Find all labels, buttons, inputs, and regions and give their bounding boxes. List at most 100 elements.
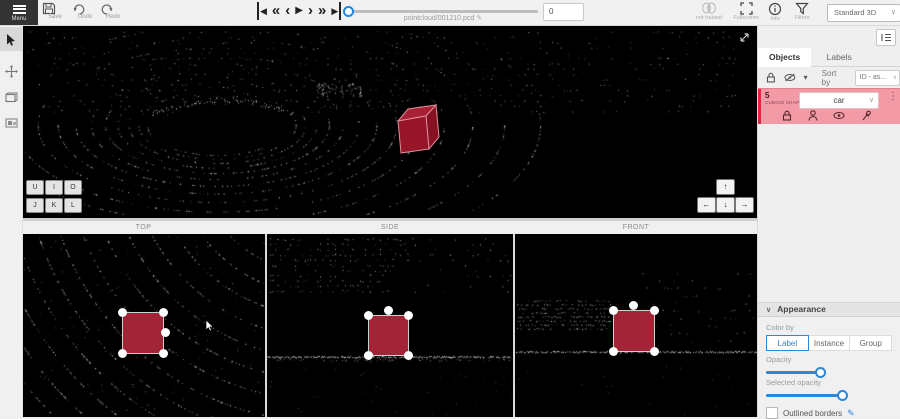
image-icon [5,118,18,128]
undo-button[interactable]: Undo [72,2,98,20]
box-handle[interactable] [118,308,127,317]
cuboid-icon [5,92,18,103]
outlined-borders-checkbox[interactable] [766,407,778,419]
nav-up-button[interactable]: ↑ [716,179,735,195]
box-handle[interactable] [650,347,659,356]
key-u[interactable]: U [26,180,44,195]
color-by-group-option[interactable]: Group [850,335,892,351]
fast-forward-button[interactable]: » [318,2,326,20]
selected-cuboid-3d[interactable] [392,101,444,157]
object-id: 5 [765,91,769,100]
lock-all-icon[interactable] [766,72,776,83]
selected-box-top[interactable] [122,312,164,354]
object-row-selected[interactable]: 5 CUBOID SHAPE car ∨ ⋮ [758,88,900,124]
lock-icon[interactable] [782,110,792,121]
sort-by-label: Sort by [822,69,847,87]
frame-number-input[interactable]: 0 [543,3,584,21]
side-view-header: SIDE [267,221,513,234]
color-by-segment: Label Instance Group [766,335,892,351]
selected-opacity-slider[interactable] [766,394,848,397]
info-button[interactable]: Info [762,2,788,22]
object-class-select[interactable]: car ∨ [799,92,879,109]
playback-controls: ◀ « ‹ ▶ › » ▶ [257,1,341,21]
skip-to-start-button[interactable]: ◀ [257,2,267,20]
tool-cuboid[interactable] [0,85,22,109]
key-j[interactable]: J [26,198,44,213]
main-3d-viewport[interactable]: U I O J K L ↑ ← ↓ → [22,25,757,218]
object-action-icons [768,108,886,122]
rotation-key-hints: U I O J K L [26,180,80,213]
navigation-arrow-pad: ↑ ← ↓ → [697,179,752,213]
sort-select[interactable]: ID - as... ∨ [855,70,900,86]
selected-box-side[interactable] [368,315,409,356]
info-icon [768,2,782,16]
box-handle[interactable] [609,306,618,315]
nav-right-button[interactable]: → [735,197,754,213]
box-handle[interactable] [650,306,659,315]
nav-left-button[interactable]: ← [697,197,716,213]
visibility-toggle-icon[interactable] [784,73,796,82]
side-view-viewport[interactable] [267,234,513,417]
appearance-header[interactable]: ∨ Appearance [758,302,900,317]
panel-layout-button[interactable] [876,29,896,46]
expand-view-icon[interactable] [738,31,751,44]
color-by-instance-option[interactable]: Instance [809,335,851,351]
play-button[interactable]: ▶ [295,2,303,20]
box-handle[interactable] [629,301,638,310]
ai-model-status: not trained [695,2,723,21]
step-backward-button[interactable]: ‹ [285,2,290,20]
step-forward-button[interactable]: › [308,2,313,20]
outlined-borders-label: Outlined borders [783,409,842,418]
view-mode-select[interactable]: Standard 3D ∨ [827,4,900,22]
mouse-cursor [205,319,214,332]
top-view-viewport[interactable] [22,234,265,417]
person-icon[interactable] [808,110,818,121]
opacity-label: Opacity [766,355,892,364]
selected-opacity-slider-handle[interactable] [837,390,848,401]
opacity-slider[interactable] [766,371,824,374]
box-handle[interactable] [159,349,168,358]
box-handle[interactable] [364,351,373,360]
eye-icon[interactable] [833,111,845,120]
filters-button[interactable]: Filters [789,2,815,21]
tool-image-view[interactable] [0,111,22,135]
redo-button[interactable]: Redo [100,2,126,20]
tool-move[interactable] [0,59,22,83]
tab-labels[interactable]: Labels [816,48,863,67]
object-menu-button[interactable]: ⋮ [888,91,898,102]
menu-button[interactable]: Menu [0,0,38,25]
key-l[interactable]: L [64,198,82,213]
box-handle[interactable] [161,328,170,337]
top-view-header: TOP [22,221,265,234]
edit-filename-icon[interactable]: ✎ [476,15,482,22]
pin-icon[interactable] [861,110,872,121]
appearance-section: ∨ Appearance Color by Label Instance Gro… [758,302,900,417]
objects-toolbar: ▾ Sort by ID - as... ∨ [758,67,900,88]
color-by-label-option[interactable]: Label [766,335,809,351]
box-handle[interactable] [118,349,127,358]
object-shape-label: CUBOID SHAPE [765,100,803,105]
box-handle[interactable] [404,351,413,360]
pointcloud-3d-canvas[interactable] [22,25,757,218]
box-handle[interactable] [364,311,373,320]
front-view-viewport[interactable] [515,234,757,417]
box-handle[interactable] [159,308,168,317]
tab-objects[interactable]: Objects [758,48,811,67]
key-k[interactable]: K [45,198,63,213]
key-o[interactable]: O [64,180,82,195]
save-button[interactable]: Save [42,2,68,20]
box-handle[interactable] [384,306,393,315]
box-handle[interactable] [609,347,618,356]
opacity-slider-handle[interactable] [815,367,826,378]
fast-backward-button[interactable]: « [272,2,280,20]
key-i[interactable]: I [45,180,63,195]
brain-icon [701,2,717,15]
caret-down-icon[interactable]: ▾ [804,73,808,82]
chevron-down-icon: ∨ [891,5,896,21]
tool-pointer[interactable] [0,27,22,51]
nav-down-button[interactable]: ↓ [716,197,735,213]
fullscreen-button[interactable]: Fullscreen [733,2,759,21]
selected-box-front[interactable] [613,310,655,352]
box-handle[interactable] [404,311,413,320]
timeline-slider[interactable] [348,10,538,13]
